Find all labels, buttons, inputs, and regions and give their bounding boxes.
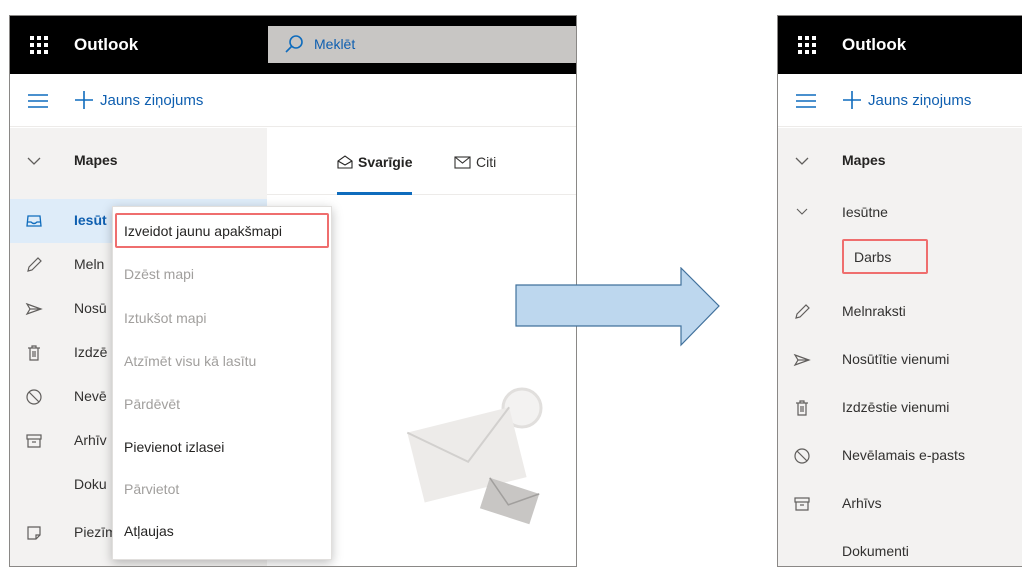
folders-header[interactable]: Mapes bbox=[778, 139, 1022, 183]
folder-label: Arhīv bbox=[74, 432, 107, 448]
folder-label: Izdzē bbox=[74, 344, 108, 360]
other-mail-icon bbox=[454, 155, 471, 169]
folder-inbox[interactable]: Iesūtne bbox=[778, 191, 1022, 235]
plus-icon bbox=[75, 91, 93, 109]
menu-rename[interactable]: Pārdēvēt bbox=[124, 396, 180, 412]
pencil-icon bbox=[793, 303, 811, 321]
app-title[interactable]: Outlook bbox=[74, 35, 138, 55]
folders-header-label: Mapes bbox=[74, 152, 118, 168]
menu-add-to-favorites[interactable]: Pievienot izlasei bbox=[124, 439, 224, 455]
folder-junk[interactable]: Nevēlamais e-pasts bbox=[778, 434, 1022, 478]
chevron-down-icon bbox=[793, 152, 811, 170]
trash-icon bbox=[25, 344, 43, 362]
app-title[interactable]: Outlook bbox=[842, 35, 906, 55]
menu-mark-all-read[interactable]: Atzīmēt visu kā lasītu bbox=[124, 353, 256, 369]
highlight-box bbox=[842, 239, 928, 274]
top-bar: Outlook bbox=[778, 16, 1022, 74]
folder-deleted[interactable]: Izdzēstie vienumi bbox=[778, 386, 1022, 430]
folder-label: Arhīvs bbox=[842, 495, 882, 511]
outlook-window-before: Outlook Meklēt Jauns ziņojums Mapes Iesū… bbox=[9, 15, 577, 567]
inbox-icon bbox=[25, 212, 43, 230]
chevron-down-icon bbox=[795, 204, 813, 222]
command-bar: Jauns ziņojums bbox=[778, 74, 1022, 127]
inbox-tabs: Svarīgie Citi bbox=[267, 128, 576, 195]
active-tab-indicator bbox=[337, 192, 412, 195]
app-launcher-icon[interactable] bbox=[28, 34, 50, 56]
folder-label: Nosūtītie vienumi bbox=[842, 351, 950, 367]
folder-context-menu: Izveidot jaunu apakšmapi Dzēst mapi Iztu… bbox=[112, 206, 332, 560]
folder-label: Nevēlamais e-pasts bbox=[842, 447, 965, 463]
command-bar: Jauns ziņojums bbox=[10, 74, 576, 127]
folder-label: Melnraksti bbox=[842, 303, 906, 319]
outlook-window-after: Outlook Jauns ziņojums Mapes Iesūtne Dar… bbox=[777, 15, 1022, 567]
folder-label: Dokumenti bbox=[842, 543, 909, 559]
trash-icon bbox=[793, 399, 811, 417]
search-input[interactable]: Meklēt bbox=[268, 26, 576, 63]
highlight-box bbox=[115, 213, 329, 248]
menu-empty-folder[interactable]: Iztukšot mapi bbox=[124, 310, 206, 326]
new-message-button[interactable]: Jauns ziņojums bbox=[74, 89, 203, 111]
send-icon bbox=[793, 351, 811, 369]
new-message-button[interactable]: Jauns ziņojums bbox=[842, 89, 971, 111]
menu-delete-folder[interactable]: Dzēst mapi bbox=[124, 266, 194, 282]
focused-icon bbox=[337, 155, 353, 169]
arrow-right-icon bbox=[515, 267, 720, 347]
folder-label: Iesūt bbox=[74, 212, 107, 228]
tab-focused-label: Svarīgie bbox=[358, 154, 413, 170]
search-placeholder: Meklēt bbox=[314, 36, 356, 52]
note-icon bbox=[25, 524, 43, 542]
block-icon bbox=[793, 447, 811, 465]
folder-label: Nosū bbox=[74, 300, 107, 316]
chevron-down-icon bbox=[25, 152, 43, 170]
folder-label: Izdzēstie vienumi bbox=[842, 399, 950, 415]
new-message-label: Jauns ziņojums bbox=[868, 91, 972, 109]
app-launcher-icon[interactable] bbox=[796, 34, 818, 56]
folder-drafts[interactable]: Melnraksti bbox=[778, 290, 1022, 334]
hamburger-icon[interactable] bbox=[27, 93, 49, 114]
hamburger-icon[interactable] bbox=[795, 93, 817, 114]
tab-other[interactable]: Citi bbox=[454, 152, 496, 172]
pencil-icon bbox=[25, 256, 43, 274]
folder-label: Meln bbox=[74, 256, 105, 272]
plus-icon bbox=[843, 91, 861, 109]
empty-inbox-illustration bbox=[397, 386, 547, 541]
folder-sent[interactable]: Nosūtītie vienumi bbox=[778, 338, 1022, 382]
top-bar: Outlook Meklēt bbox=[10, 16, 576, 74]
folder-label: Nevē bbox=[74, 388, 107, 404]
folders-header[interactable]: Mapes bbox=[10, 139, 267, 183]
folder-label: Iesūtne bbox=[842, 204, 888, 220]
new-message-label: Jauns ziņojums bbox=[100, 91, 204, 109]
search-icon bbox=[284, 34, 304, 59]
tab-other-label: Citi bbox=[476, 154, 497, 170]
menu-move[interactable]: Pārvietot bbox=[124, 481, 179, 497]
archive-icon bbox=[793, 495, 811, 513]
tab-focused[interactable]: Svarīgie bbox=[337, 152, 412, 172]
block-icon bbox=[25, 388, 43, 406]
subfolder-darbs[interactable]: Darbs bbox=[778, 236, 1022, 280]
folder-archive[interactable]: Arhīvs bbox=[778, 482, 1022, 526]
folder-pane: Mapes Iesūtne Darbs Melnraksti Nosūtītie… bbox=[778, 128, 1022, 566]
menu-permissions[interactable]: Atļaujas bbox=[124, 523, 174, 539]
folders-header-label: Mapes bbox=[842, 152, 886, 168]
send-icon bbox=[25, 300, 43, 318]
folder-label: Doku bbox=[74, 476, 107, 492]
archive-icon bbox=[25, 432, 43, 450]
folder-documents[interactable]: Dokumenti bbox=[778, 530, 1022, 566]
